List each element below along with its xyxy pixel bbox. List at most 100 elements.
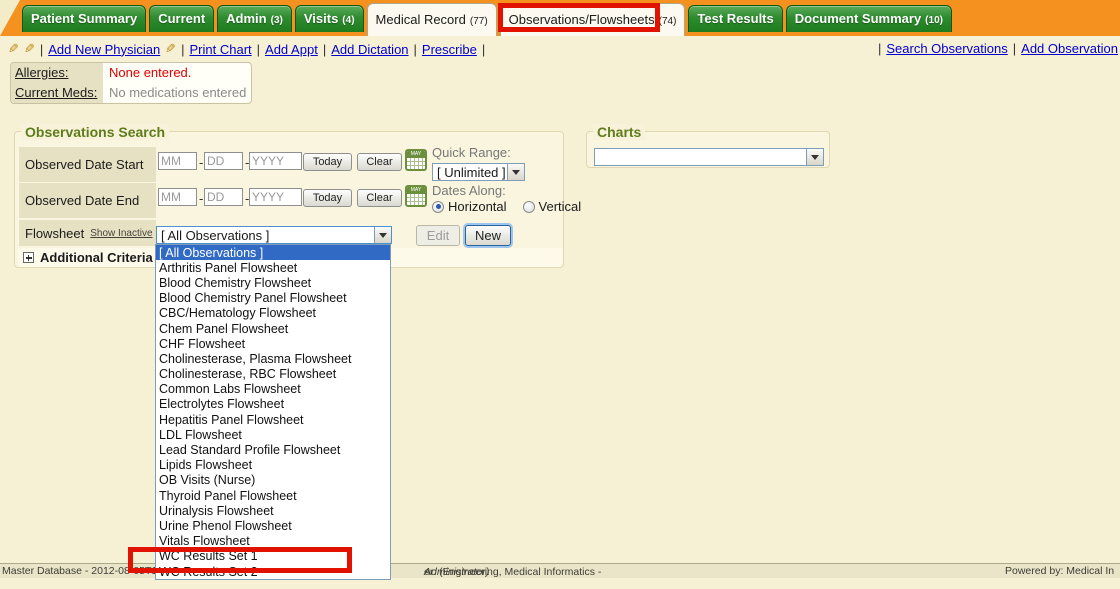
separator: | [482,42,485,57]
date-dash: - [199,191,203,206]
edit-flowsheet-button[interactable]: Edit [416,225,460,246]
charts-title: Charts [593,124,645,140]
flowsheet-option[interactable]: CHF Flowsheet [156,336,390,351]
tab-medical-record[interactable]: Medical Record(77) [367,3,497,36]
flowsheet-option[interactable]: Vitals Flowsheet [156,534,390,549]
flowsheet-option[interactable]: OB Visits (Nurse) [156,473,390,488]
flowsheet-option[interactable]: Arthritis Panel Flowsheet [156,260,390,275]
start-clear-button[interactable]: Clear [357,153,402,171]
flowsheet-option[interactable]: LDL Flowsheet [156,427,390,442]
tab-observations-flowsheets[interactable]: Observations/Flowsheets(74) [500,3,686,36]
end-today-button[interactable]: Today [303,189,352,207]
chevron-down-icon[interactable] [374,227,391,243]
flowsheet-option[interactable]: Cholinesterase, RBC Flowsheet [156,367,390,382]
vertical-radio-label: Vertical [539,199,582,214]
flowsheet-option[interactable]: WC Results Set 1 [156,549,390,564]
show-inactive-link[interactable]: Show Inactive [90,228,152,239]
tab-visits[interactable]: Visits(4) [295,5,364,32]
additional-criteria-label: Additional Criteria [40,250,153,265]
separator: | [257,42,260,57]
patient-info-box: Allergies: None entered. Current Meds: N… [10,62,252,104]
separator: | [323,42,326,57]
separator: | [181,42,184,57]
flowsheet-select[interactable]: [ All Observations ] [156,226,392,244]
current-meds-label[interactable]: Current Meds: [11,83,103,103]
flowsheet-option[interactable]: Lipids Flowsheet [156,458,390,473]
flowsheet-label: Flowsheet [25,226,84,241]
flowsheet-option[interactable]: [ All Observations ] [156,245,390,260]
toolbar-left: ✎ ✎ | Add New Physician ✎ | Print Chart … [8,41,485,57]
corner-decoration [0,0,20,36]
flowsheet-option[interactable]: Blood Chemistry Panel Flowsheet [156,291,390,306]
tab-bar: Patient Summary Current Admin(3) Visits(… [22,0,952,36]
horizontal-radio-label: Horizontal [448,199,507,214]
quick-range-label: Quick Range: [432,145,511,160]
allergies-label[interactable]: Allergies: [11,63,103,83]
flowsheet-label-cell: Flowsheet Show Inactive [19,220,156,246]
edit-pencil-icon[interactable]: ✎ [165,41,176,57]
tab-current[interactable]: Current [149,5,214,32]
start-today-button[interactable]: Today [303,153,352,171]
flowsheet-option[interactable]: WC Results Set 2 [156,564,390,579]
edit-pencil-icon[interactable]: ✎ [24,41,35,57]
date-dash: - [199,155,203,170]
add-observation-link[interactable]: Add Observation [1021,41,1118,56]
vertical-radio[interactable] [523,201,535,213]
flowsheet-option[interactable]: Thyroid Panel Flowsheet [156,488,390,503]
end-calendar-icon[interactable]: MAY [405,185,427,207]
end-year-input[interactable] [249,188,302,206]
add-appt-link[interactable]: Add Appt [265,42,318,57]
separator: | [878,41,881,56]
header-band: Patient Summary Current Admin(3) Visits(… [0,0,1120,36]
charts-select[interactable] [594,148,824,166]
separator: | [40,42,43,57]
expand-plus-icon[interactable] [23,252,34,263]
new-flowsheet-button[interactable]: New [465,225,511,246]
observed-date-start-label: Observed Date Start [19,147,156,182]
allergies-value: None entered. [103,63,251,83]
flowsheet-option[interactable]: Urine Phenol Flowsheet [156,518,390,533]
current-meds-value: No medications entered [103,83,251,103]
tab-patient-summary[interactable]: Patient Summary [22,5,146,32]
observed-date-end-label: Observed Date End [19,183,156,218]
start-month-input[interactable] [158,152,197,170]
flowsheet-option[interactable]: Common Labs Flowsheet [156,382,390,397]
start-year-input[interactable] [249,152,302,170]
flowsheet-option[interactable]: CBC/Hematology Flowsheet [156,306,390,321]
flowsheet-option[interactable]: Chem Panel Flowsheet [156,321,390,336]
flowsheet-option[interactable]: Lead Standard Profile Flowsheet [156,442,390,457]
tab-admin[interactable]: Admin(3) [217,5,292,32]
end-month-input[interactable] [158,188,197,206]
flowsheet-option[interactable]: Cholinesterase, Plasma Flowsheet [156,351,390,366]
flowsheet-option[interactable]: Electrolytes Flowsheet [156,397,390,412]
charts-panel: Charts [586,131,830,168]
status-powered-by-text: Powered by: Medical In [1005,565,1114,577]
flowsheet-option[interactable]: Blood Chemistry Flowsheet [156,275,390,290]
status-database-text: Master Database - 2012-08-05T14:25: [2,565,181,577]
toolbar-right: | Search Observations | Add Observation [878,41,1118,56]
flowsheet-dropdown-list: [ All Observations ] Arthritis Panel Flo… [155,244,391,580]
dates-along-radios: Horizontal Vertical [432,199,581,214]
chevron-down-icon[interactable] [507,164,524,180]
prescribe-link[interactable]: Prescribe [422,42,477,57]
tab-document-summary[interactable]: Document Summary(10) [786,5,952,32]
print-chart-link[interactable]: Print Chart [190,42,252,57]
start-day-input[interactable] [204,152,243,170]
start-calendar-icon[interactable]: MAY [405,149,427,171]
separator: | [414,42,417,57]
edit-pencil-icon[interactable]: ✎ [8,41,19,57]
chevron-down-icon[interactable] [806,149,823,165]
dates-along-label: Dates Along: [432,183,506,198]
end-clear-button[interactable]: Clear [357,189,402,207]
end-day-input[interactable] [204,188,243,206]
horizontal-radio[interactable] [432,201,444,213]
search-observations-link[interactable]: Search Observations [886,41,1007,56]
panel-title: Observations Search [21,124,169,140]
tab-test-results[interactable]: Test Results [688,5,782,32]
flowsheet-option[interactable]: Hepatitis Panel Flowsheet [156,412,390,427]
quick-range-select[interactable]: [ Unlimited ] [432,163,525,181]
separator: | [1013,41,1016,56]
add-dictation-link[interactable]: Add Dictation [331,42,408,57]
add-new-physician-link[interactable]: Add New Physician [48,42,160,57]
flowsheet-option[interactable]: Urinalysis Flowsheet [156,503,390,518]
